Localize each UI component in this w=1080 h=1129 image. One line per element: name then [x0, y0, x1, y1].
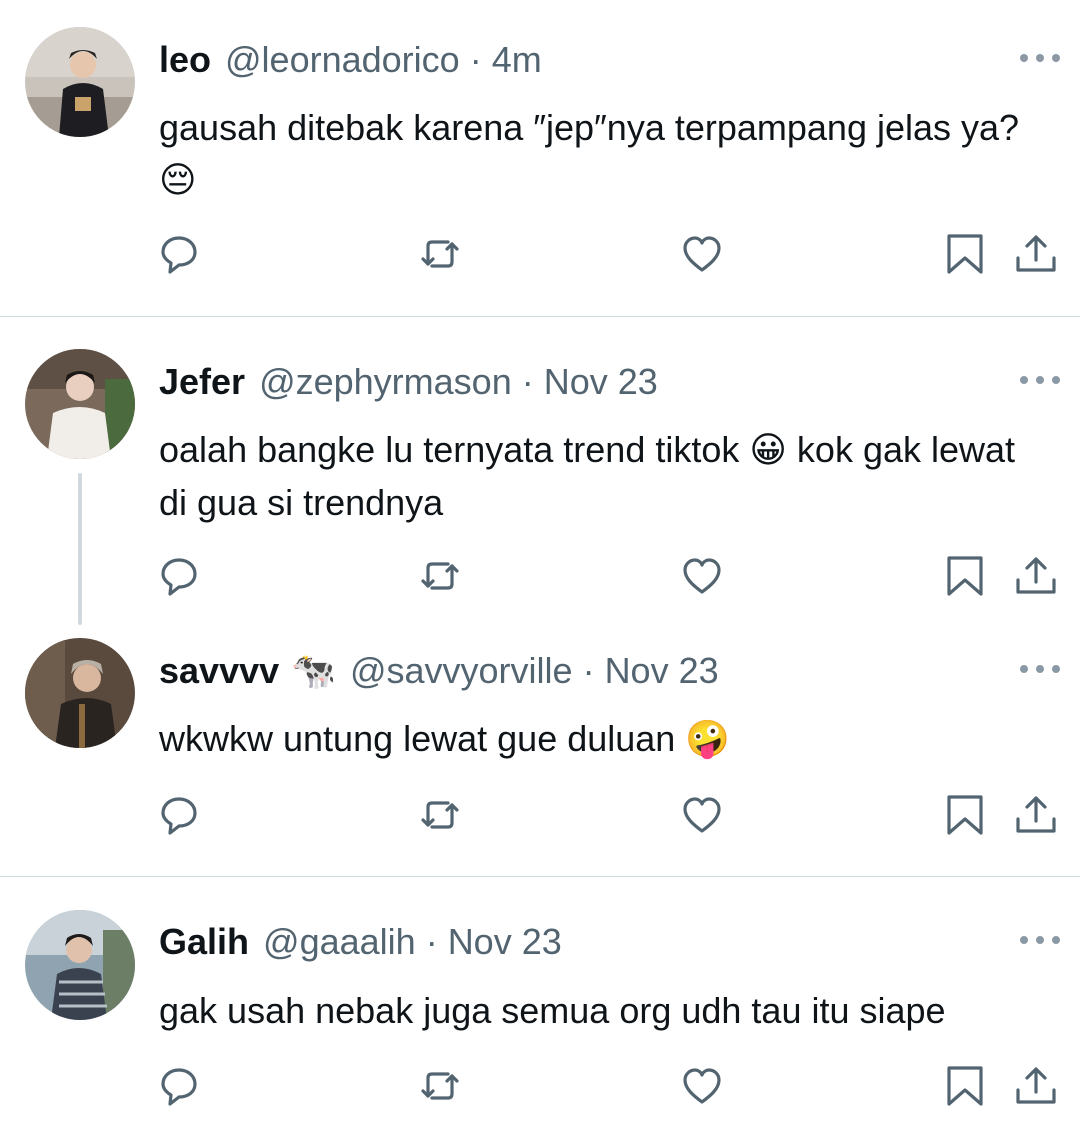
- tweet-header: Galih @gaaalih · Nov 23: [159, 920, 562, 964]
- retweet-icon[interactable]: [418, 554, 462, 598]
- avatar[interactable]: [25, 349, 135, 459]
- user-handle[interactable]: @zephyrmason: [259, 360, 512, 404]
- tweet-header: savvvv 🐄 @savvyorville · Nov 23: [159, 649, 719, 693]
- user-handle[interactable]: @leornadorico: [225, 38, 460, 82]
- tweet-4[interactable]: Galih @gaaalih · Nov 23 gak usah nebak j…: [0, 877, 1080, 1129]
- share-icon[interactable]: [1014, 554, 1058, 598]
- retweet-icon[interactable]: [418, 793, 462, 837]
- like-icon[interactable]: [680, 1064, 724, 1108]
- bookmark-icon[interactable]: [943, 793, 987, 837]
- separator: ·: [469, 39, 482, 80]
- grinning-face-emoji: 😀: [749, 430, 787, 471]
- zany-face-emoji: 🤪: [685, 719, 731, 760]
- pensive-face-emoji: 😔: [159, 160, 197, 201]
- tweet-1[interactable]: leo @leornadorico · 4m gausah ditebak ka…: [0, 0, 1080, 316]
- reply-icon[interactable]: [157, 554, 201, 598]
- timestamp[interactable]: 4m: [492, 38, 542, 82]
- avatar[interactable]: [25, 910, 135, 1020]
- retweet-icon[interactable]: [418, 232, 462, 276]
- like-icon[interactable]: [680, 554, 724, 598]
- separator: ·: [425, 921, 438, 962]
- reply-icon[interactable]: [157, 232, 201, 276]
- tweet-text-content: gak usah nebak juga semua org udh tau it…: [159, 990, 946, 1031]
- tweet-text-content: wkwkw untung lewat gue duluan: [159, 718, 686, 759]
- share-icon[interactable]: [1014, 232, 1058, 276]
- tweet-text: gausah ditebak karena ″jep″nya terpampan…: [159, 102, 1049, 207]
- avatar[interactable]: [25, 27, 135, 137]
- tweet-header: leo @leornadorico · 4m: [159, 38, 542, 82]
- display-name[interactable]: leo: [159, 38, 211, 82]
- reply-icon[interactable]: [157, 1064, 201, 1108]
- avatar[interactable]: [25, 638, 135, 748]
- separator: ·: [582, 650, 595, 691]
- tweet-text: wkwkw untung lewat gue duluan 🤪: [159, 713, 1049, 766]
- bookmark-icon[interactable]: [943, 554, 987, 598]
- tweet-3[interactable]: savvvv 🐄 @savvyorville · Nov 23 wkwkw un…: [0, 617, 1080, 876]
- more-options-icon[interactable]: [1020, 370, 1060, 390]
- like-icon[interactable]: [680, 232, 724, 276]
- bookmark-icon[interactable]: [943, 1064, 987, 1108]
- cow-emoji: 🐄: [291, 651, 336, 692]
- display-name[interactable]: savvvv: [159, 649, 279, 693]
- reply-icon[interactable]: [157, 793, 201, 837]
- timestamp[interactable]: Nov 23: [605, 649, 719, 693]
- user-handle[interactable]: @savvyorville: [350, 649, 573, 693]
- timestamp[interactable]: Nov 23: [448, 920, 562, 964]
- more-options-icon[interactable]: [1020, 930, 1060, 950]
- share-icon[interactable]: [1014, 1064, 1058, 1108]
- tweet-2[interactable]: Jefer @zephyrmason · Nov 23 oalah bangke…: [0, 317, 1080, 625]
- like-icon[interactable]: [680, 793, 724, 837]
- tweet-text: gak usah nebak juga semua org udh tau it…: [159, 985, 1049, 1037]
- tweet-text: oalah bangke lu ternyata trend tiktok 😀 …: [159, 424, 1049, 529]
- retweet-icon[interactable]: [418, 1064, 462, 1108]
- display-name[interactable]: Jefer: [159, 360, 245, 404]
- timestamp[interactable]: Nov 23: [544, 360, 658, 404]
- tweet-text-content: oalah bangke lu ternyata trend tiktok: [159, 429, 750, 470]
- share-icon[interactable]: [1014, 793, 1058, 837]
- separator: ·: [521, 361, 534, 402]
- more-options-icon[interactable]: [1020, 48, 1060, 68]
- bookmark-icon[interactable]: [943, 232, 987, 276]
- display-name[interactable]: Galih: [159, 920, 249, 964]
- tweet-text-content: gausah ditebak karena ″jep″nya terpampan…: [159, 107, 1030, 148]
- tweet-header: Jefer @zephyrmason · Nov 23: [159, 360, 658, 404]
- more-options-icon[interactable]: [1020, 659, 1060, 679]
- user-handle[interactable]: @gaaalih: [263, 920, 416, 964]
- thread-connector-line: [78, 473, 82, 625]
